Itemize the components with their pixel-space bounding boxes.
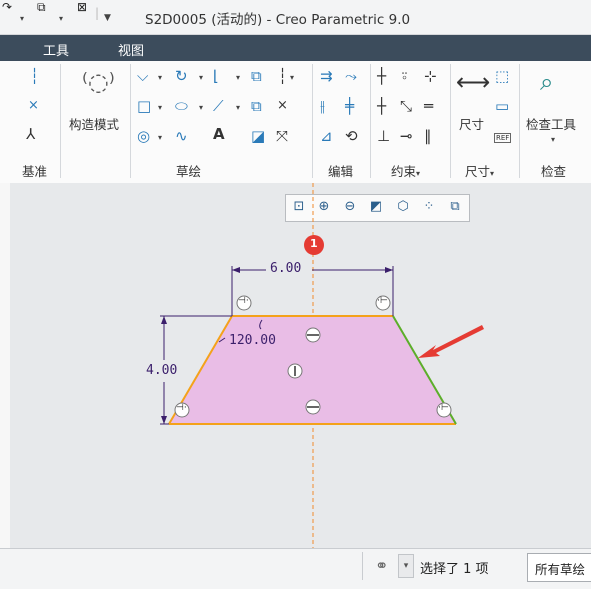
step-badge-number: 1: [310, 237, 318, 250]
annotation-arrow: [418, 325, 484, 358]
binoculars-icon[interactable]: ⚭: [375, 556, 388, 575]
selection-status: 选择了 1 项: [420, 562, 489, 577]
selection-filter-value: 所有草绘: [535, 562, 586, 577]
symmetric-symbol-icon[interactable]: ·⊢: [438, 403, 449, 413]
sketch-canvas: [160, 183, 484, 548]
symmetric-symbol-icon[interactable]: ⊣·: [176, 403, 187, 413]
symmetric-symbol-icon[interactable]: ⊣·: [238, 296, 249, 306]
status-separator: [362, 552, 363, 580]
width-dimension-value[interactable]: 6.00: [270, 261, 301, 276]
angle-dimension-value[interactable]: 120.00: [229, 333, 276, 348]
height-dimension-value[interactable]: 4.00: [146, 363, 177, 378]
find-dropdown-icon[interactable]: ▾: [398, 554, 414, 578]
symmetric-symbol-icon[interactable]: ·⊢: [377, 296, 388, 306]
status-bar: [0, 548, 591, 589]
